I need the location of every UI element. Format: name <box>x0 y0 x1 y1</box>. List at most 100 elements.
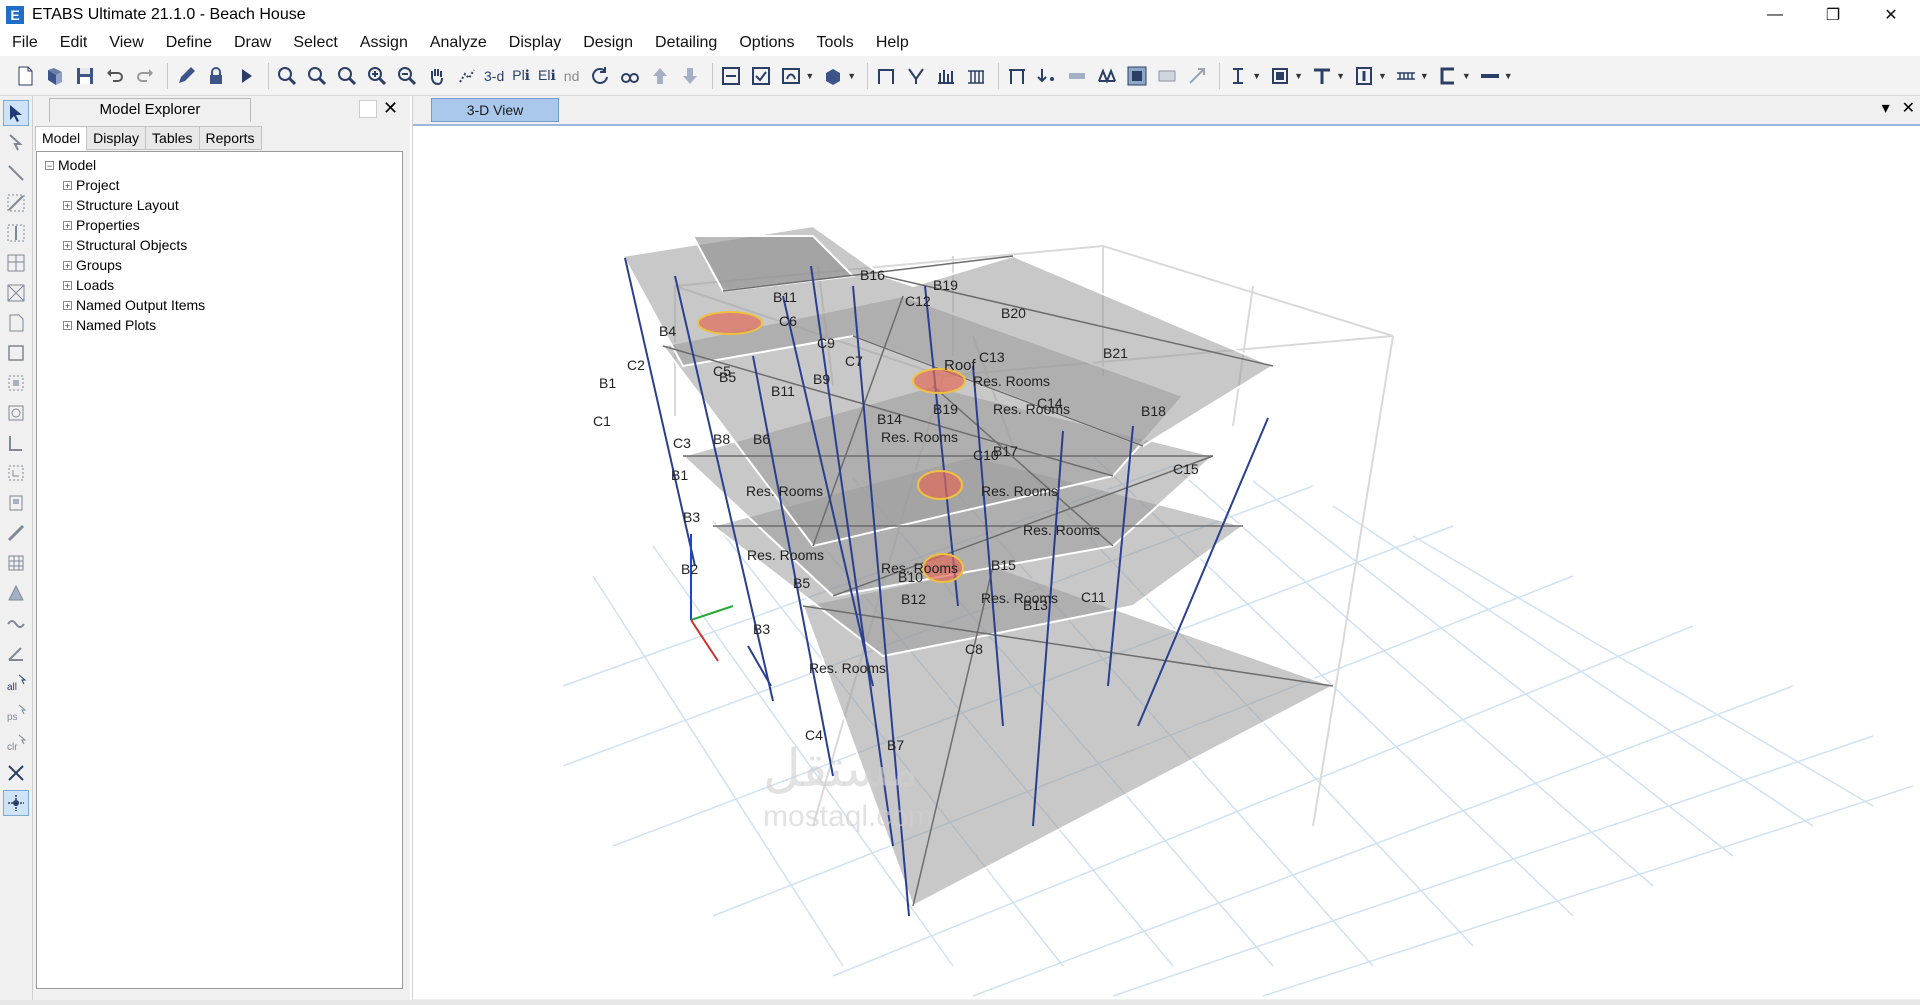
channel-section-icon[interactable] <box>1435 63 1461 89</box>
draw-column-icon[interactable] <box>3 220 29 246</box>
tree-item-structure-layout[interactable]: + Structure Layout <box>63 196 179 214</box>
draw-cross-brace-icon[interactable] <box>3 280 29 306</box>
dropdown-arrow-icon[interactable]: ▼ <box>1252 71 1261 81</box>
pencil-draw-icon[interactable] <box>173 63 199 89</box>
zoom-default-icon[interactable] <box>304 63 330 89</box>
move-up-icon[interactable] <box>647 63 673 89</box>
draw-brace-icon[interactable] <box>3 250 29 276</box>
draw-dimension-icon[interactable] <box>3 640 29 666</box>
frame-forces-icon[interactable] <box>873 63 899 89</box>
zoom-in-icon[interactable] <box>364 63 390 89</box>
draw-wall-stacks-icon[interactable] <box>3 490 29 516</box>
draw-tendon-icon[interactable] <box>3 610 29 636</box>
draw-beam-icon[interactable] <box>3 190 29 216</box>
draw-floor-icon[interactable] <box>3 310 29 336</box>
dropdown-arrow-icon[interactable]: ▼ <box>847 71 856 81</box>
expand-icon[interactable]: + <box>63 200 72 210</box>
expand-icon[interactable]: + <box>63 260 72 270</box>
menu-display[interactable]: Display <box>498 30 572 56</box>
collapse-icon[interactable]: − <box>45 160 54 170</box>
extrude-view-icon[interactable] <box>820 63 846 89</box>
dropdown-arrow-icon[interactable]: ▼ <box>1294 71 1303 81</box>
tab-reports[interactable]: Reports <box>198 126 262 150</box>
rubber-band-icon[interactable] <box>454 63 480 89</box>
pan-icon[interactable] <box>424 63 450 89</box>
menu-help[interactable]: Help <box>865 30 920 56</box>
draw-opening-icon[interactable] <box>3 400 29 426</box>
expand-icon[interactable]: + <box>63 280 72 290</box>
menu-file[interactable]: File <box>0 30 49 56</box>
rotate-icon[interactable] <box>587 63 613 89</box>
dropdown-arrow-icon[interactable]: ▼ <box>1420 71 1429 81</box>
show-deformed-icon[interactable] <box>778 63 804 89</box>
lock-icon[interactable] <box>203 63 229 89</box>
menu-select[interactable]: Select <box>282 30 348 56</box>
menu-view[interactable]: View <box>98 30 154 56</box>
undo-icon[interactable] <box>102 63 128 89</box>
frame-section-icon[interactable] <box>1004 63 1030 89</box>
beam-section-icon[interactable] <box>1225 63 1251 89</box>
draw-joint-icon[interactable] <box>3 160 29 186</box>
expand-icon[interactable]: + <box>63 320 72 330</box>
dropdown-arrow-icon[interactable]: ▼ <box>1504 71 1513 81</box>
story-response-icon[interactable] <box>963 63 989 89</box>
plate-section-icon[interactable] <box>1477 63 1503 89</box>
tab-model[interactable]: Model <box>35 126 88 151</box>
zoom-previous-icon[interactable] <box>334 63 360 89</box>
new-model-icon[interactable] <box>12 63 38 89</box>
quick-draw-floor-icon[interactable] <box>3 370 29 396</box>
menu-tools[interactable]: Tools <box>805 30 864 56</box>
draw-grid-icon[interactable] <box>3 550 29 576</box>
tree-item-groups[interactable]: + Groups <box>63 256 122 274</box>
dropdown-arrow-icon[interactable]: ▼ <box>1336 71 1345 81</box>
shell-forces-icon[interactable] <box>933 63 959 89</box>
select-all-icon[interactable]: all <box>3 670 29 696</box>
expand-icon[interactable]: + <box>63 180 72 190</box>
view-nd-button[interactable]: nd <box>564 68 580 84</box>
wall-icon[interactable] <box>1154 63 1180 89</box>
view-menu-dropdown-icon[interactable]: ▾ <box>1882 98 1890 118</box>
model-3d-canvas[interactable]: Roof Res. Rooms Res. Rooms Res. Rooms Re… <box>413 124 1920 999</box>
draw-link-icon[interactable] <box>3 520 29 546</box>
menu-options[interactable]: Options <box>728 30 805 56</box>
restore-button[interactable]: ❐ <box>1804 0 1862 30</box>
floor-icon[interactable] <box>1064 63 1090 89</box>
object-shrink-icon[interactable] <box>718 63 744 89</box>
select-pointer-icon[interactable] <box>3 100 29 126</box>
previous-select-icon[interactable]: ps <box>3 700 29 726</box>
tree-item-project[interactable]: + Project <box>63 176 120 194</box>
tree-item-named-output-items[interactable]: + Named Output Items <box>63 296 205 314</box>
truss-icon[interactable] <box>1094 63 1120 89</box>
deck-section-icon[interactable] <box>1393 63 1419 89</box>
model-3d-drawing[interactable]: Roof Res. Rooms Res. Rooms Res. Rooms Re… <box>413 126 1920 999</box>
save-model-icon[interactable] <box>72 63 98 89</box>
dropdown-arrow-icon[interactable]: ▼ <box>805 71 814 81</box>
snap-options-icon[interactable] <box>3 790 29 816</box>
dropdown-arrow-icon[interactable]: ▼ <box>1462 71 1471 81</box>
close-explorer-button[interactable]: ✕ <box>383 98 398 119</box>
pin-panel-icon[interactable] <box>359 100 377 118</box>
set-display-options-icon[interactable] <box>748 63 774 89</box>
tree-item-properties[interactable]: + Properties <box>63 216 140 234</box>
expand-icon[interactable]: + <box>63 240 72 250</box>
run-analysis-icon[interactable] <box>233 63 259 89</box>
reshape-icon[interactable] <box>3 130 29 156</box>
draw-rectangular-floor-icon[interactable] <box>3 340 29 366</box>
tree-item-structural-objects[interactable]: + Structural Objects <box>63 236 187 254</box>
link-icon[interactable] <box>1184 63 1210 89</box>
joint-reactions-icon[interactable] <box>903 63 929 89</box>
view-plan-button[interactable]: Plℹ <box>512 67 530 84</box>
draw-ramp-icon[interactable] <box>3 580 29 606</box>
close-button[interactable]: ✕ <box>1862 0 1920 30</box>
view-elevation-button[interactable]: Elℹ <box>538 67 556 84</box>
menu-analyze[interactable]: Analyze <box>419 30 498 56</box>
perspective-icon[interactable] <box>617 63 643 89</box>
expand-icon[interactable]: + <box>63 220 72 230</box>
tab-tables[interactable]: Tables <box>145 126 200 150</box>
zoom-window-icon[interactable] <box>274 63 300 89</box>
clear-select-icon[interactable]: clr <box>3 730 29 756</box>
redo-icon[interactable] <box>132 63 158 89</box>
move-down-icon[interactable] <box>677 63 703 89</box>
draw-point-icon[interactable] <box>1034 63 1060 89</box>
tab-3d-view[interactable]: 3-D View <box>431 98 559 122</box>
